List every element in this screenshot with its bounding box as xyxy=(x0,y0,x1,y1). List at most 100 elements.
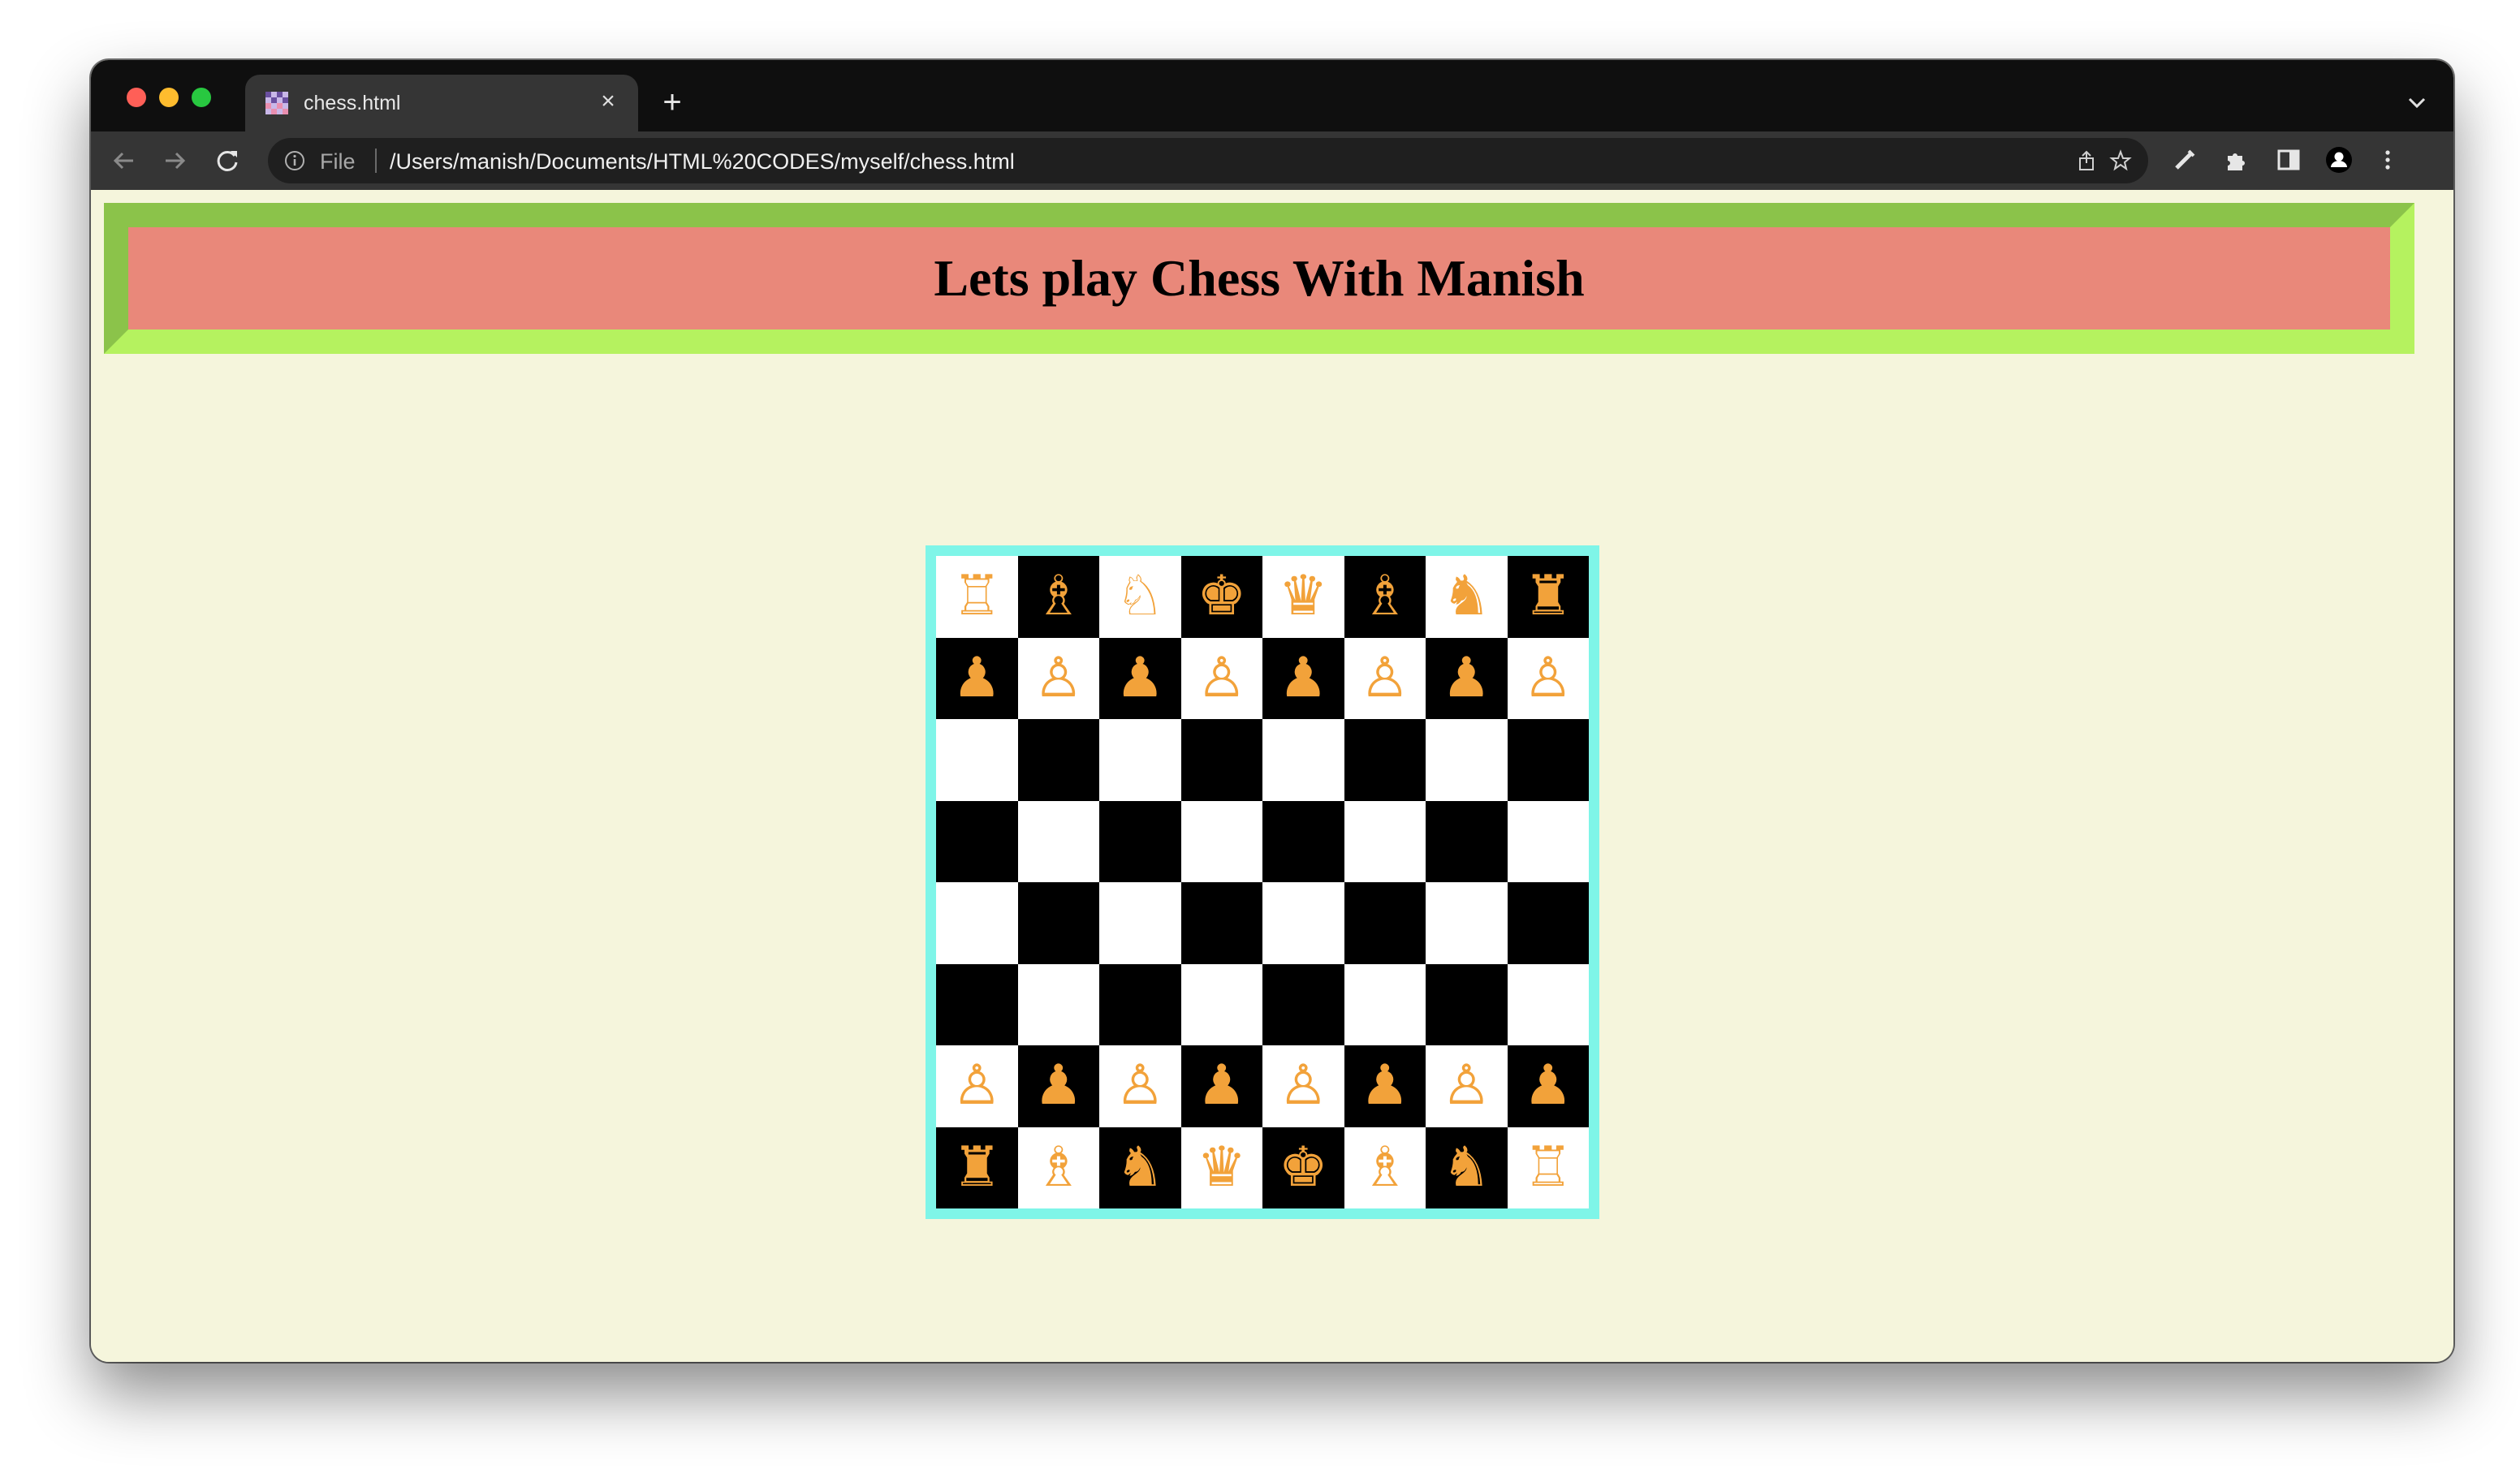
chess-piece[interactable]: ♞ xyxy=(1442,1139,1491,1195)
board-square[interactable] xyxy=(1262,882,1344,964)
profile-icon[interactable] xyxy=(2325,146,2353,174)
chess-piece[interactable]: ♖ xyxy=(952,569,1002,624)
board-square[interactable] xyxy=(1262,963,1344,1045)
new-tab-icon[interactable]: + xyxy=(656,86,688,118)
board-square[interactable] xyxy=(1262,719,1344,801)
board-square[interactable]: ♛ xyxy=(1262,556,1344,638)
board-square[interactable]: ♚ xyxy=(1180,556,1262,638)
board-square[interactable] xyxy=(1099,963,1181,1045)
board-square[interactable] xyxy=(1344,800,1426,882)
chess-piece[interactable]: ♗ xyxy=(1033,1139,1083,1195)
board-square[interactable] xyxy=(1180,963,1262,1045)
puzzle-icon[interactable] xyxy=(2223,146,2250,174)
chess-piece[interactable]: ♙ xyxy=(1360,650,1409,706)
board-square[interactable]: ♙ xyxy=(1262,1045,1344,1127)
board-square[interactable]: ♙ xyxy=(936,1045,1018,1127)
chess-piece[interactable]: ♟ xyxy=(1360,1058,1409,1114)
address-bar[interactable]: File /Users/manish/Documents/HTML%20CODE… xyxy=(268,138,2148,183)
board-square[interactable]: ♟ xyxy=(1099,637,1181,719)
reload-icon[interactable] xyxy=(213,146,242,175)
board-square[interactable]: ♞ xyxy=(1099,1127,1181,1208)
board-square[interactable]: ♙ xyxy=(1426,1045,1508,1127)
chess-piece[interactable]: ♗ xyxy=(1033,569,1083,624)
board-square[interactable] xyxy=(936,800,1018,882)
chess-piece[interactable]: ♘ xyxy=(1115,569,1165,624)
chess-piece[interactable]: ♗ xyxy=(1360,569,1409,624)
board-square[interactable] xyxy=(1017,882,1099,964)
tab-search-chevron-icon[interactable] xyxy=(2405,91,2429,115)
board-square[interactable] xyxy=(1180,719,1262,801)
board-square[interactable] xyxy=(1180,800,1262,882)
board-square[interactable]: ♙ xyxy=(1507,637,1589,719)
kebab-menu-icon[interactable] xyxy=(2374,146,2401,174)
board-square[interactable] xyxy=(936,882,1018,964)
board-square[interactable] xyxy=(1180,882,1262,964)
board-square[interactable]: ♞ xyxy=(1426,556,1508,638)
share-icon[interactable] xyxy=(2075,149,2098,172)
chess-piece[interactable]: ♞ xyxy=(1442,569,1491,624)
board-square[interactable]: ♟ xyxy=(1507,1045,1589,1127)
board-square[interactable]: ♚ xyxy=(1262,1127,1344,1208)
board-square[interactable]: ♙ xyxy=(1344,637,1426,719)
board-square[interactable]: ♗ xyxy=(1344,556,1426,638)
window-minimize-button[interactable] xyxy=(159,88,179,107)
board-square[interactable]: ♙ xyxy=(1099,1045,1181,1127)
board-square[interactable] xyxy=(936,719,1018,801)
board-square[interactable] xyxy=(1426,719,1508,801)
board-square[interactable] xyxy=(1344,963,1426,1045)
chess-piece[interactable]: ♜ xyxy=(952,1139,1002,1195)
board-square[interactable] xyxy=(1426,800,1508,882)
board-square[interactable] xyxy=(936,963,1018,1045)
board-square[interactable] xyxy=(1507,963,1589,1045)
chess-piece[interactable]: ♟ xyxy=(1115,650,1165,706)
chess-piece[interactable]: ♟ xyxy=(1442,650,1491,706)
tab-close-icon[interactable]: × xyxy=(593,86,624,117)
board-square[interactable] xyxy=(1017,963,1099,1045)
board-square[interactable]: ♖ xyxy=(936,556,1018,638)
chess-piece[interactable]: ♟ xyxy=(1033,1058,1083,1114)
board-square[interactable] xyxy=(1099,719,1181,801)
board-square[interactable] xyxy=(1426,882,1508,964)
board-square[interactable]: ♛ xyxy=(1180,1127,1262,1208)
chess-piece[interactable]: ♙ xyxy=(1197,650,1246,706)
board-square[interactable]: ♖ xyxy=(1507,1127,1589,1208)
board-square[interactable] xyxy=(1344,882,1426,964)
chess-piece[interactable]: ♙ xyxy=(1115,1058,1165,1114)
chess-piece[interactable]: ♙ xyxy=(952,1058,1002,1114)
forward-icon[interactable] xyxy=(161,146,190,175)
chess-piece[interactable]: ♟ xyxy=(952,650,1002,706)
window-close-button[interactable] xyxy=(127,88,146,107)
board-square[interactable]: ♗ xyxy=(1017,556,1099,638)
sidebar-icon[interactable] xyxy=(2275,146,2302,174)
star-icon[interactable] xyxy=(2109,149,2132,172)
chess-piece[interactable]: ♙ xyxy=(1523,650,1573,706)
board-square[interactable]: ♘ xyxy=(1099,556,1181,638)
board-square[interactable]: ♟ xyxy=(1017,1045,1099,1127)
board-square[interactable]: ♜ xyxy=(936,1127,1018,1208)
board-square[interactable]: ♟ xyxy=(936,637,1018,719)
board-square[interactable] xyxy=(1507,800,1589,882)
board-square[interactable]: ♗ xyxy=(1344,1127,1426,1208)
board-square[interactable]: ♟ xyxy=(1180,1045,1262,1127)
board-square[interactable] xyxy=(1344,719,1426,801)
board-square[interactable]: ♙ xyxy=(1017,637,1099,719)
board-square[interactable]: ♜ xyxy=(1507,556,1589,638)
chess-piece[interactable]: ♞ xyxy=(1115,1139,1165,1195)
board-square[interactable] xyxy=(1426,963,1508,1045)
chess-piece[interactable]: ♙ xyxy=(1033,650,1083,706)
board-square[interactable]: ♟ xyxy=(1426,637,1508,719)
board-square[interactable] xyxy=(1017,800,1099,882)
chess-piece[interactable]: ♜ xyxy=(1523,569,1573,624)
board-square[interactable] xyxy=(1262,800,1344,882)
board-square[interactable] xyxy=(1507,719,1589,801)
chess-piece[interactable]: ♚ xyxy=(1279,1139,1328,1195)
pen-icon[interactable] xyxy=(2171,146,2199,174)
url-text[interactable]: /Users/manish/Documents/HTML%20CODES/mys… xyxy=(390,149,1015,174)
board-square[interactable]: ♙ xyxy=(1180,637,1262,719)
info-icon[interactable] xyxy=(284,150,305,171)
board-square[interactable] xyxy=(1507,882,1589,964)
board-square[interactable] xyxy=(1099,882,1181,964)
board-square[interactable]: ♗ xyxy=(1017,1127,1099,1208)
board-square[interactable]: ♟ xyxy=(1344,1045,1426,1127)
board-square[interactable] xyxy=(1099,800,1181,882)
